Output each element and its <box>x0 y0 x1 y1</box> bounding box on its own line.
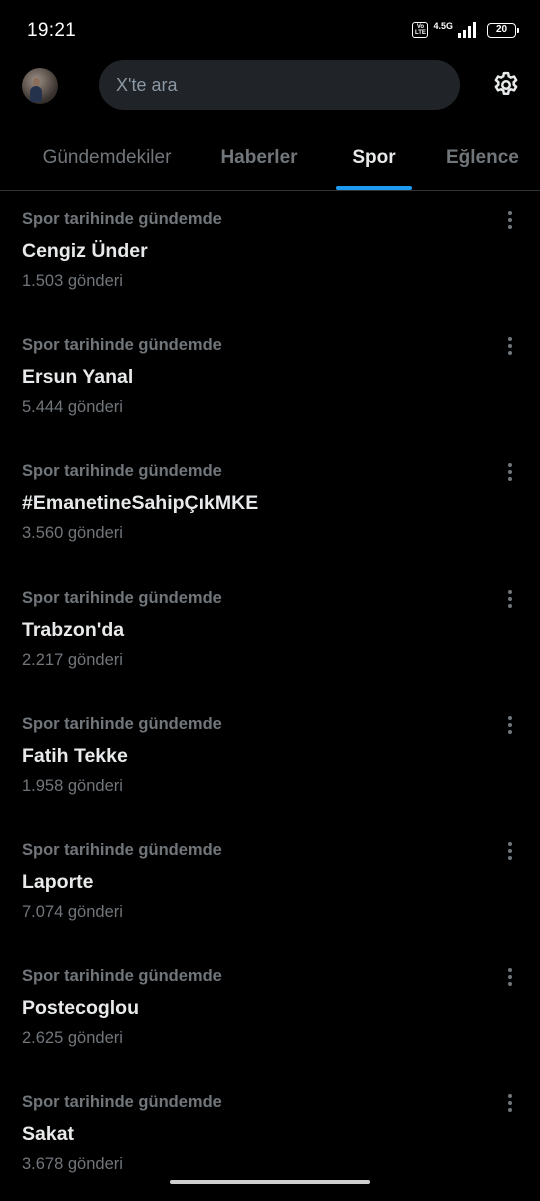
trend-name: Postecoglou <box>22 997 140 1020</box>
trend-context: Spor tarihinde gündemde <box>22 336 222 355</box>
tab-gundemdekiler[interactable]: Gündemdekiler <box>22 132 192 190</box>
more-vertical-icon <box>508 337 512 356</box>
trend-item[interactable]: Spor tarihinde gündemde Fatih Tekke 1.95… <box>0 696 540 822</box>
trend-item[interactable]: Spor tarihinde gündemde Trabzon'da 2.217… <box>0 570 540 696</box>
more-options-button[interactable] <box>498 965 522 989</box>
trend-context: Spor tarihinde gündemde <box>22 462 222 481</box>
more-options-button[interactable] <box>498 334 522 358</box>
trend-post-count: 1.958 gönderi <box>22 776 123 795</box>
more-options-button[interactable] <box>498 713 522 737</box>
more-vertical-icon <box>508 463 512 482</box>
home-indicator[interactable] <box>170 1180 370 1184</box>
trend-context: Spor tarihinde gündemde <box>22 714 222 733</box>
active-tab-indicator <box>336 186 412 190</box>
tab-haberler[interactable]: Haberler <box>205 132 313 190</box>
battery-level: 20 <box>495 24 508 35</box>
trend-name: Laporte <box>22 870 94 893</box>
more-vertical-icon <box>508 589 512 608</box>
status-time: 19:21 <box>27 20 77 41</box>
tab-eglence[interactable]: Eğlence <box>438 132 540 190</box>
trend-post-count: 3.560 gönderi <box>22 524 123 543</box>
more-vertical-icon <box>508 211 512 229</box>
trend-item[interactable]: Spor tarihinde gündemde #EmanetineSahipÇ… <box>0 443 540 569</box>
more-options-button[interactable] <box>498 839 522 863</box>
trend-post-count: 2.217 gönderi <box>22 650 123 669</box>
tab-label: Gündemdekiler <box>42 147 172 168</box>
trend-context: Spor tarihinde gündemde <box>22 210 222 228</box>
status-bar: 19:21 Vo LTE 4.5G 20 <box>0 0 540 60</box>
top-header <box>0 60 540 112</box>
trend-name: Ersun Yanal <box>22 366 134 389</box>
tab-label: Eğlence <box>446 147 519 168</box>
more-vertical-icon <box>508 968 512 987</box>
tab-label: Spor <box>352 147 396 168</box>
trend-context: Spor tarihinde gündemde <box>22 840 222 859</box>
status-icons: Vo LTE 4.5G 20 <box>412 20 519 40</box>
search-box[interactable] <box>99 60 460 110</box>
avatar[interactable] <box>22 68 58 104</box>
trend-name: Fatih Tekke <box>22 744 128 767</box>
tab-label: Haberler <box>220 147 298 168</box>
more-options-button[interactable] <box>498 1091 522 1115</box>
trend-name: Trabzon'da <box>22 618 125 641</box>
signal-icon <box>458 22 476 38</box>
trend-list: Spor tarihinde gündemde Cengiz Ünder 1.5… <box>0 191 540 1201</box>
trend-post-count: 2.625 gönderi <box>22 1029 123 1048</box>
trend-post-count: 3.678 gönderi <box>22 1155 123 1174</box>
tab-spor[interactable]: Spor <box>326 132 422 190</box>
trend-post-count: 5.444 gönderi <box>22 398 123 417</box>
more-options-button[interactable] <box>498 587 522 611</box>
trend-name: Cengiz Ünder <box>22 240 148 262</box>
trend-post-count: 1.503 gönderi <box>22 272 123 290</box>
trend-name: Sakat <box>22 1123 75 1146</box>
explore-tabs: Gündemdekiler Haberler Spor Eğlence <box>0 132 540 191</box>
trend-context: Spor tarihinde gündemde <box>22 588 222 607</box>
more-options-button[interactable] <box>498 208 522 232</box>
network-type: 4.5G <box>433 21 453 31</box>
settings-button[interactable] <box>490 69 522 101</box>
gear-icon <box>494 71 518 95</box>
more-vertical-icon <box>508 715 512 734</box>
search-input[interactable] <box>116 74 460 96</box>
trend-context: Spor tarihinde gündemde <box>22 967 222 986</box>
volte-icon: Vo LTE <box>412 22 429 38</box>
trend-item[interactable]: Spor tarihinde gündemde Laporte 7.074 gö… <box>0 822 540 948</box>
trend-post-count: 7.074 gönderi <box>22 902 123 921</box>
more-vertical-icon <box>508 841 512 860</box>
trend-item[interactable]: Spor tarihinde gündemde Ersun Yanal 5.44… <box>0 317 540 443</box>
trend-item[interactable]: Spor tarihinde gündemde Cengiz Ünder 1.5… <box>0 191 540 317</box>
more-options-button[interactable] <box>498 460 522 484</box>
battery-icon: 20 <box>487 22 519 38</box>
trend-context: Spor tarihinde gündemde <box>22 1093 222 1112</box>
trend-item[interactable]: Spor tarihinde gündemde Postecoglou 2.62… <box>0 948 540 1074</box>
trend-name: #EmanetineSahipÇıkMKE <box>22 492 259 515</box>
more-vertical-icon <box>508 1094 512 1113</box>
